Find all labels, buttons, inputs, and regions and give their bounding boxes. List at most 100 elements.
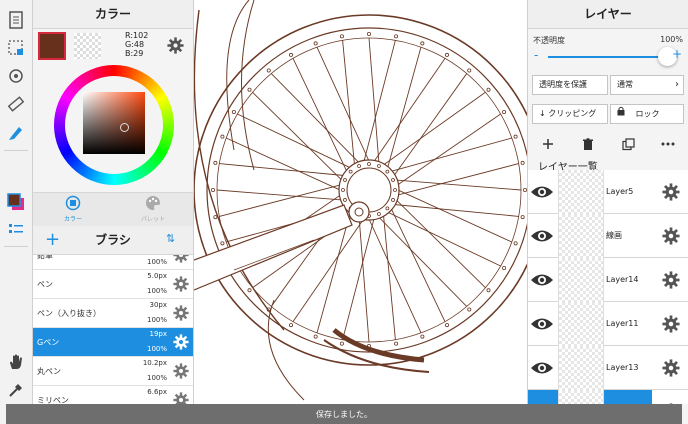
blend-mode-button[interactable]: 通常 › [610, 75, 684, 95]
clipping-label: クリッピング [548, 109, 597, 118]
chevron-right-icon: › [675, 79, 679, 90]
layer-settings-gear-icon[interactable] [662, 227, 680, 249]
eye-icon[interactable] [530, 316, 554, 336]
main-color-swatch[interactable] [38, 32, 66, 60]
brush-opacity: 100% [146, 316, 167, 324]
opacity-label: 不透明度 [533, 36, 565, 45]
swatch-row: R:102 G:48 B:29 [33, 29, 193, 61]
brush-name: 鉛筆 [37, 255, 53, 260]
layer-panel-title: レイヤー [528, 0, 688, 29]
layer-name: Layer13 [606, 363, 639, 372]
opacity-plus-button[interactable]: + [672, 47, 682, 61]
brush-list: 鉛筆 100% ペン 5.0px 100% ペン（入り抜き） 30px 100% Gペン 19px… [33, 255, 193, 424]
app-window: カラー R:102 G:48 B:29 カラー パレット + ブラシ ⇅ 鉛筆 … [0, 0, 688, 424]
saturation-value-square[interactable] [83, 92, 145, 154]
brush-name: Gペン [37, 338, 60, 347]
opacity-slider-track[interactable] [548, 56, 668, 58]
ruler-icon[interactable] [4, 92, 28, 116]
eye-icon[interactable] [530, 184, 554, 204]
brush-settings-gear-icon[interactable] [173, 276, 189, 296]
eye-icon[interactable] [530, 272, 554, 292]
layer-row[interactable]: Layer6 [528, 390, 688, 404]
tab-color-label: カラー [63, 216, 82, 223]
brush-name: 丸ペン [37, 367, 61, 376]
lock-button[interactable]: ロック [610, 104, 684, 124]
layer-settings-gear-icon[interactable] [662, 359, 680, 381]
rgb-r: R:102 [125, 31, 149, 40]
trash-icon[interactable] [578, 135, 598, 153]
brush-item[interactable]: ペン 5.0px 100% [33, 270, 193, 299]
eyedropper-icon[interactable] [4, 378, 28, 402]
brush-size: 5.0px [147, 272, 167, 280]
layer-thumbnail [558, 258, 604, 302]
color-settings-gear-icon[interactable] [167, 37, 184, 58]
brush-item[interactable]: 鉛筆 100% [33, 255, 193, 270]
brush-header: + ブラシ ⇅ [33, 226, 193, 255]
opacity-value: 100% [660, 35, 683, 44]
color-cursor[interactable] [120, 123, 129, 132]
color-swatch-icon[interactable] [4, 190, 28, 214]
opacity-minus-button[interactable]: - [534, 48, 538, 62]
layer-thumbnail [558, 346, 604, 390]
brush-settings-gear-icon[interactable] [173, 305, 189, 325]
layer-thumbnail [558, 214, 604, 258]
layer-row[interactable]: Layer11 [528, 302, 688, 346]
layer-row[interactable]: Layer14 [528, 258, 688, 302]
sort-icon[interactable]: ⇅ [166, 232, 175, 245]
layer-settings-gear-icon[interactable] [662, 315, 680, 337]
add-layer-icon[interactable] [538, 135, 558, 153]
lock-icon [617, 105, 625, 123]
document-icon[interactable] [4, 8, 28, 32]
layer-list: Layer5 線画 Layer14 Layer11 Layer13 Layer6 [528, 170, 688, 404]
hand-icon[interactable] [4, 350, 28, 374]
more-options-icon[interactable] [658, 135, 678, 153]
brush-settings-gear-icon[interactable] [173, 334, 189, 354]
protect-alpha-label: 透明度を保護 [539, 80, 587, 89]
rgb-g: G:48 [125, 40, 145, 49]
color-picker [33, 61, 193, 189]
color-panel-title: カラー [33, 0, 193, 29]
brush-size: 10.2px [142, 359, 167, 367]
brush-opacity: 100% [146, 258, 167, 266]
selection-icon[interactable] [4, 36, 28, 60]
layer-row[interactable]: 線画 [528, 214, 688, 258]
layer-name: Layer11 [606, 319, 639, 328]
clipping-icon: ↓ [539, 109, 546, 118]
brush-item[interactable]: Gペン 19px 100% [33, 328, 193, 357]
rgb-readout: R:102 G:48 B:29 [125, 31, 148, 58]
layer-row[interactable]: Layer13 [528, 346, 688, 390]
brush-item[interactable]: ペン（入り抜き） 30px 100% [33, 299, 193, 328]
protect-alpha-button[interactable]: 透明度を保護 [532, 75, 608, 95]
brush-opacity: 100% [146, 287, 167, 295]
brush-settings-gear-icon[interactable] [173, 255, 189, 267]
brush-opacity: 100% [146, 345, 167, 353]
brush-settings-gear-icon[interactable] [173, 363, 189, 383]
transform-icon[interactable] [4, 64, 28, 88]
brush-size: 6.6px [147, 388, 167, 396]
layer-list-icon[interactable] [4, 218, 28, 242]
brush-size: 19px [149, 330, 168, 338]
palette-icon [113, 195, 193, 213]
layer-name: Layer6 [604, 390, 652, 404]
brush-name: ペン（入り抜き） [37, 309, 101, 318]
layer-row[interactable]: Layer5 [528, 170, 688, 214]
brush-panel: + ブラシ ⇅ 鉛筆 100% ペン 5.0px 100% ペン（入り抜き） 30px 100… [33, 226, 194, 424]
tool-sidebar [0, 0, 33, 424]
eye-icon[interactable] [530, 360, 554, 380]
layer-thumbnail [558, 390, 604, 404]
brush-size: 30px [149, 301, 168, 309]
duplicate-layer-icon[interactable] [618, 135, 638, 153]
tab-color[interactable]: カラー [33, 195, 113, 223]
tab-palette[interactable]: パレット [113, 195, 193, 223]
brush-tool-icon[interactable] [4, 120, 28, 144]
eye-icon[interactable] [530, 228, 554, 248]
layer-settings-gear-icon[interactable] [662, 183, 680, 205]
save-toast: 保存しました。 [6, 404, 682, 424]
sub-color-swatch[interactable] [74, 33, 101, 59]
blend-mode-label: 通常 [617, 80, 633, 89]
brush-name: ペン [37, 280, 53, 289]
clipping-button[interactable]: ↓ クリッピング [532, 104, 608, 124]
drawing-canvas[interactable] [194, 0, 527, 404]
layer-settings-gear-icon[interactable] [662, 271, 680, 293]
brush-item[interactable]: 丸ペン 10.2px 100% [33, 357, 193, 386]
